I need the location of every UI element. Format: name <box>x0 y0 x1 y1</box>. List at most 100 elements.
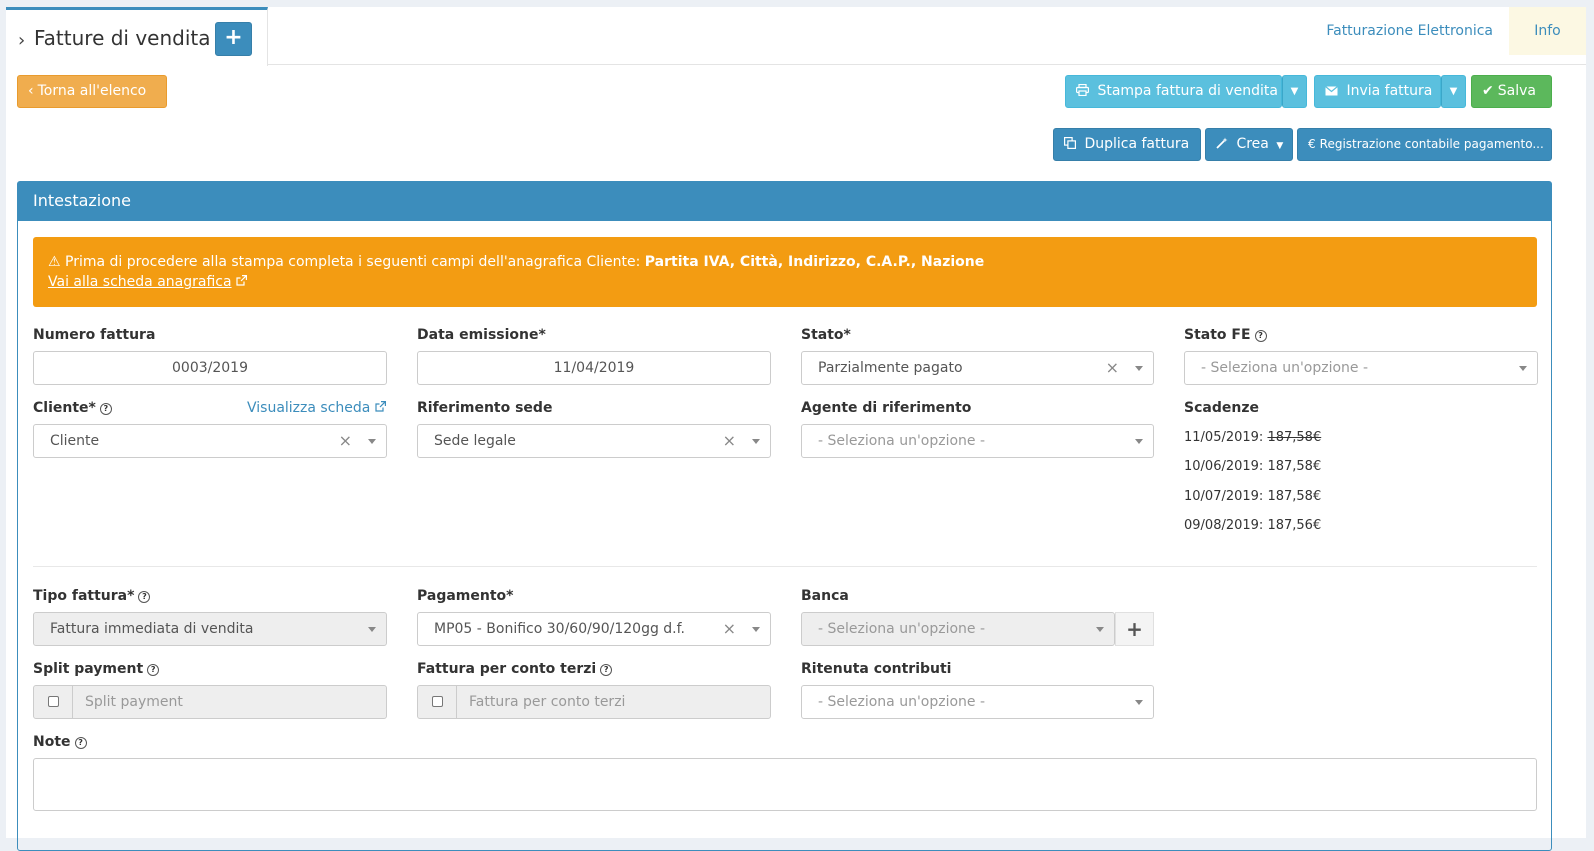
riferimento-sede-label: Riferimento sede <box>417 400 553 416</box>
ritenuta-label: Ritenuta contributi <box>801 661 952 677</box>
conto-terzi-field: Fattura per conto terzi <box>417 685 771 719</box>
scadenze-label: Scadenze <box>1184 400 1259 416</box>
numero-fattura-input[interactable]: 0003/2019 <box>33 351 387 385</box>
alert-missing-fields: Partita IVA, Città, Indirizzo, C.A.P., N… <box>644 254 985 270</box>
intestazione-panel: Intestazione ⚠ Prima di procedere alla s… <box>17 181 1552 851</box>
print-icon <box>1076 83 1093 99</box>
send-options-dropdown[interactable]: ▼ <box>1441 75 1466 108</box>
envelope-icon <box>1325 83 1342 99</box>
stato-select[interactable]: Parzialmente pagato × <box>801 351 1154 385</box>
warning-alert: ⚠ Prima di procedere alla stampa complet… <box>33 237 1537 307</box>
stato-fe-select[interactable]: - Seleziona un'opzione - <box>1184 351 1538 385</box>
split-payment-placeholder: Split payment <box>85 694 183 710</box>
tab-fatturazione-elettronica[interactable]: Fatturazione Elettronica <box>1310 7 1509 55</box>
stato-fe-placeholder: - Seleziona un'opzione - <box>1201 360 1369 376</box>
stato-value: Parzialmente pagato <box>818 360 963 376</box>
caret-down-icon <box>1135 439 1143 444</box>
print-options-dropdown[interactable]: ▼ <box>1282 75 1307 108</box>
conto-terzi-label: Fattura per conto terzi? <box>417 661 613 677</box>
caret-down-icon <box>752 627 760 632</box>
register-payment-button[interactable]: € Registrazione contabile pagamento... <box>1297 128 1552 161</box>
conto-terzi-placeholder: Fattura per conto terzi <box>469 694 626 710</box>
riferimento-sede-value: Sede legale <box>434 433 516 449</box>
scadenza-item: 11/05/2019: 187,58€ <box>1184 430 1322 445</box>
anagrafica-link[interactable]: Vai alla scheda anagrafica <box>48 274 232 290</box>
back-to-list-button[interactable]: ‹ Torna all'elenco <box>17 75 167 108</box>
tipo-fattura-value: Fattura immediata di vendita <box>50 621 254 637</box>
duplicate-invoice-button[interactable]: Duplica fattura <box>1053 128 1201 161</box>
ritenuta-select[interactable]: - Seleziona un'opzione - <box>801 685 1154 719</box>
caret-down-icon <box>368 627 376 632</box>
note-label: Note? <box>33 734 87 750</box>
visualizza-scheda-link[interactable]: Visualizza scheda <box>247 400 386 416</box>
banca-select[interactable]: - Seleziona un'opzione - <box>801 612 1115 646</box>
caret-down-icon: ▼ <box>1449 86 1458 97</box>
panel-title: Intestazione <box>18 182 1551 221</box>
agente-placeholder: - Seleziona un'opzione - <box>818 433 986 449</box>
clear-icon[interactable]: × <box>723 613 736 645</box>
scadenza-item: 10/07/2019: 187,58€ <box>1184 489 1322 504</box>
caret-down-icon <box>368 439 376 444</box>
ritenuta-placeholder: - Seleziona un'opzione - <box>818 694 986 710</box>
caret-down-icon <box>1096 627 1104 632</box>
caret-down-icon <box>1519 366 1527 371</box>
help-icon[interactable]: ? <box>147 664 160 676</box>
external-link-icon <box>375 400 386 416</box>
chevron-right-icon: › <box>18 30 26 51</box>
euro-icon: € <box>1308 137 1316 151</box>
help-icon[interactable]: ? <box>1254 330 1267 342</box>
alert-text: Prima di procedere alla stampa completa … <box>65 254 645 270</box>
create-dropdown-button[interactable]: Crea ▼ <box>1205 128 1293 161</box>
help-icon[interactable]: ? <box>138 591 151 603</box>
note-textarea[interactable] <box>33 758 1537 811</box>
cliente-select[interactable]: Cliente × <box>33 424 387 458</box>
save-button[interactable]: ✔ Salva <box>1471 75 1552 108</box>
stato-fe-label: Stato FE? <box>1184 327 1267 343</box>
help-icon[interactable]: ? <box>74 737 87 749</box>
numero-fattura-label: Numero fattura <box>33 327 156 343</box>
split-payment-field: Split payment <box>33 685 387 719</box>
caret-down-icon: ▼ <box>1276 141 1284 151</box>
tab-info[interactable]: Info <box>1509 7 1586 55</box>
page: › Fatture di vendita + Fatturazione Elet… <box>6 7 1586 851</box>
pagamento-value: MP05 - Bonifico 30/60/90/120gg d.f. <box>434 621 685 637</box>
tipo-fattura-select[interactable]: Fattura immediata di vendita <box>33 612 387 646</box>
tab-bar: › Fatture di vendita + Fatturazione Elet… <box>6 7 1586 66</box>
magic-wand-icon <box>1216 136 1232 152</box>
riferimento-sede-select[interactable]: Sede legale × <box>417 424 771 458</box>
send-invoice-button[interactable]: Invia fattura <box>1314 75 1441 108</box>
clear-icon[interactable]: × <box>1106 352 1119 384</box>
caret-down-icon <box>1135 700 1143 705</box>
help-icon[interactable]: ? <box>600 664 613 676</box>
tipo-fattura-label: Tipo fattura*? <box>33 588 151 604</box>
divider <box>33 566 1537 567</box>
print-invoice-button[interactable]: Stampa fattura di vendita <box>1065 75 1282 108</box>
help-icon[interactable]: ? <box>99 403 112 415</box>
scadenza-item: 10/06/2019: 187,58€ <box>1184 459 1322 474</box>
pagamento-select[interactable]: MP05 - Bonifico 30/60/90/120gg d.f. × <box>417 612 771 646</box>
tab-fatture-di-vendita[interactable]: › Fatture di vendita + <box>6 7 268 66</box>
add-invoice-button[interactable]: + <box>215 22 252 56</box>
page-title: Fatture di vendita <box>34 26 211 50</box>
split-payment-checkbox[interactable] <box>48 696 59 707</box>
clear-icon[interactable]: × <box>339 425 352 457</box>
clear-icon[interactable]: × <box>723 425 736 457</box>
cliente-value: Cliente <box>50 433 100 449</box>
conto-terzi-checkbox[interactable] <box>432 696 443 707</box>
warning-icon: ⚠ <box>48 254 61 270</box>
agente-label: Agente di riferimento <box>801 400 972 416</box>
caret-down-icon: ▼ <box>1290 86 1299 97</box>
add-bank-button[interactable]: + <box>1115 612 1154 646</box>
caret-down-icon <box>752 439 760 444</box>
data-emissione-input[interactable]: 11/04/2019 <box>417 351 771 385</box>
copy-icon <box>1064 136 1080 152</box>
chevron-left-icon: ‹ <box>28 83 34 99</box>
check-icon: ✔ <box>1482 83 1494 99</box>
data-emissione-label: Data emissione* <box>417 327 546 343</box>
pagamento-label: Pagamento* <box>417 588 514 604</box>
stato-label: Stato* <box>801 327 851 343</box>
plus-icon: + <box>1126 617 1143 641</box>
split-payment-label: Split payment? <box>33 661 160 677</box>
cliente-label: Cliente*? <box>33 400 112 416</box>
agente-select[interactable]: - Seleziona un'opzione - <box>801 424 1154 458</box>
